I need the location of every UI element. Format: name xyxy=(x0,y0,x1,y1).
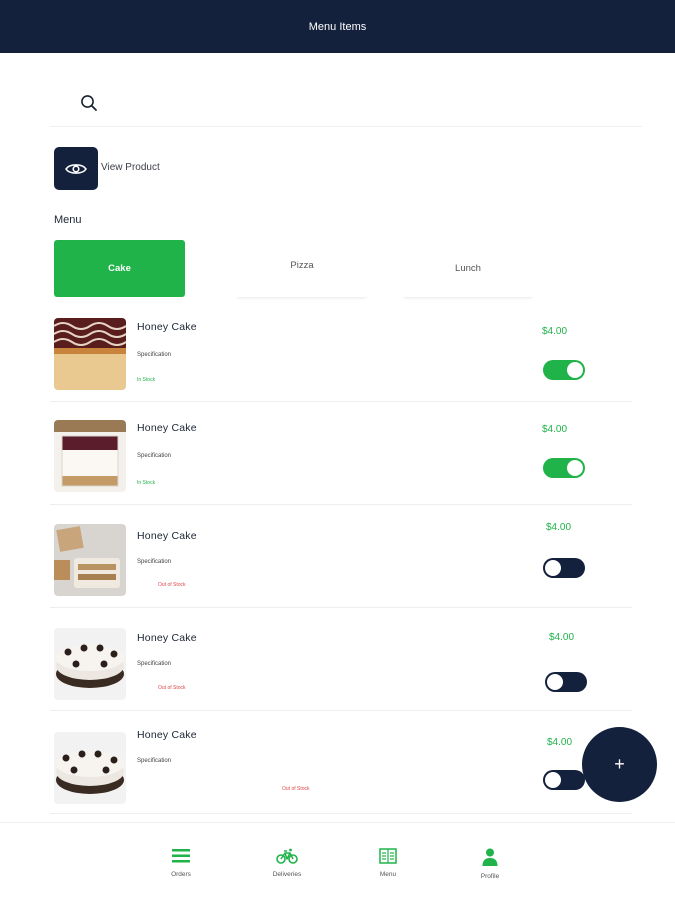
item-specification: Specification xyxy=(137,352,172,358)
page-title: Menu Items xyxy=(308,20,367,33)
view-product-button[interactable] xyxy=(54,147,98,190)
list-item[interactable]: Honey Cake Specification Out of Stock $4… xyxy=(50,608,632,711)
nav-deliveries[interactable]: Deliveries xyxy=(252,848,322,878)
bottom-navigation: Orders Deliveries Menu Profile xyxy=(0,822,675,900)
item-price: $4.00 xyxy=(547,737,573,748)
list-item[interactable]: Honey Cake Specification In Stock $4.00 xyxy=(50,402,632,505)
nav-profile[interactable]: Profile xyxy=(455,848,525,880)
list-item[interactable]: Honey Cake Specification Out of Stock $4… xyxy=(50,711,632,814)
menu-book-icon xyxy=(379,848,397,864)
search-icon[interactable] xyxy=(80,94,98,112)
stock-status: In Stock xyxy=(137,480,156,486)
list-item[interactable]: Honey Cake Specification Out of Stock $4… xyxy=(50,505,632,608)
nav-menu[interactable]: Menu xyxy=(353,848,423,878)
list-icon xyxy=(172,849,190,863)
cake-image xyxy=(54,524,126,596)
item-name: Honey Cake xyxy=(137,632,197,644)
bicycle-icon xyxy=(276,848,298,864)
search-bar xyxy=(50,80,642,127)
nav-profile-label: Profile xyxy=(480,873,500,880)
nav-orders[interactable]: Orders xyxy=(146,848,216,878)
availability-toggle[interactable] xyxy=(543,458,585,478)
item-specification: Specification xyxy=(137,758,172,764)
tab-pizza[interactable]: Pizza xyxy=(236,240,368,297)
stock-status: Out of Stock xyxy=(158,582,186,588)
item-price: $4.00 xyxy=(542,326,568,337)
nav-menu-label: Menu xyxy=(379,871,397,878)
menu-heading: Menu xyxy=(54,214,82,226)
cake-image xyxy=(54,732,126,804)
availability-toggle[interactable] xyxy=(543,360,585,380)
availability-toggle[interactable] xyxy=(543,558,585,578)
plus-icon: + xyxy=(614,754,625,774)
item-name: Honey Cake xyxy=(137,729,197,741)
search-input[interactable] xyxy=(108,88,628,118)
item-specification: Specification xyxy=(137,453,172,459)
stock-status: Out of Stock xyxy=(158,685,186,691)
nav-orders-label: Orders xyxy=(171,871,191,878)
item-price: $4.00 xyxy=(546,522,572,533)
tab-lunch[interactable]: Lunch xyxy=(402,240,534,297)
cake-image xyxy=(54,318,126,390)
availability-toggle[interactable] xyxy=(543,770,585,790)
list-item[interactable]: Honey Cake Specification In Stock $4.00 xyxy=(50,310,632,402)
item-name: Honey Cake xyxy=(137,422,197,434)
person-icon xyxy=(482,848,498,866)
stock-status: In Stock xyxy=(137,377,156,383)
item-price: $4.00 xyxy=(542,424,568,435)
cake-image xyxy=(54,420,126,492)
stock-status: Out of Stock xyxy=(282,786,310,792)
nav-deliveries-label: Deliveries xyxy=(272,871,302,878)
item-name: Honey Cake xyxy=(137,530,197,542)
availability-toggle[interactable] xyxy=(545,672,587,692)
item-price: $4.00 xyxy=(549,632,575,643)
cake-image xyxy=(54,628,126,700)
eye-icon xyxy=(65,163,87,174)
item-specification: Specification xyxy=(137,661,172,667)
add-item-button[interactable]: + xyxy=(582,727,657,802)
item-name: Honey Cake xyxy=(137,321,197,333)
item-specification: Specification xyxy=(137,559,172,565)
view-product-label[interactable]: View Product xyxy=(101,162,160,173)
app-bar: Menu Items xyxy=(0,0,675,53)
tab-cake[interactable]: Cake xyxy=(54,240,185,297)
